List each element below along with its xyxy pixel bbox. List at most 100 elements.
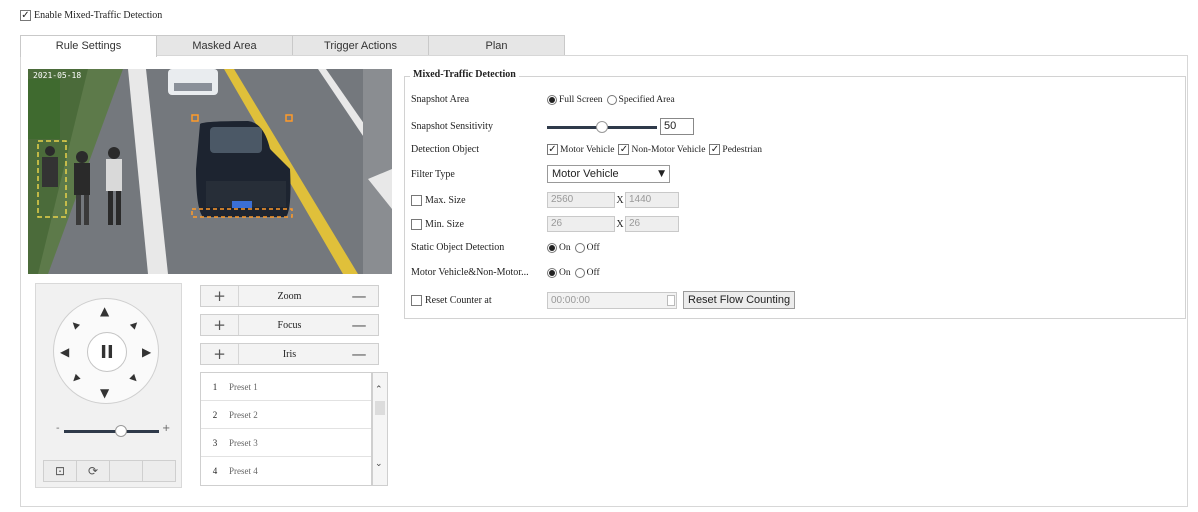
- max-size-width-input[interactable]: 2560: [547, 192, 615, 208]
- snapshot-area-label: Snapshot Area: [411, 94, 470, 105]
- speed-track: [64, 430, 159, 433]
- camera-lock-icon[interactable]: ⊡: [43, 460, 77, 482]
- non-motor-vehicle-option[interactable]: ✓ Non-Motor Vehicle: [618, 144, 705, 155]
- scroll-down-icon[interactable]: ⌄: [375, 459, 383, 469]
- pedestrian-option[interactable]: ✓ Pedestrian: [709, 144, 762, 155]
- reset-time-input[interactable]: 00:00:00: [547, 291, 677, 309]
- road-scene-image: [28, 69, 392, 274]
- specified-area-option[interactable]: Specified Area: [606, 94, 675, 105]
- preset-item[interactable]: 2 Preset 2: [201, 401, 371, 429]
- arrow-down-icon[interactable]: ▼: [100, 387, 109, 399]
- static-object-label: Static Object Detection: [411, 242, 505, 253]
- speed-plus-label: +: [162, 423, 171, 434]
- min-size-checkbox[interactable]: [411, 218, 422, 230]
- static-off-radio[interactable]: [574, 242, 585, 253]
- static-on-label: On: [559, 242, 571, 253]
- full-screen-radio[interactable]: [547, 94, 557, 105]
- static-on-option[interactable]: On: [547, 242, 571, 253]
- motor-vehicle-label: Motor Vehicle: [560, 144, 615, 155]
- preset-item[interactable]: 3 Preset 3: [201, 429, 371, 457]
- preset-item[interactable]: 4 Preset 4: [201, 457, 371, 485]
- motor-vehicle-checkbox[interactable]: ✓: [547, 144, 558, 155]
- speed-thumb[interactable]: [115, 425, 127, 437]
- ptz-extra-button-2[interactable]: [142, 460, 176, 482]
- time-spinner-icon[interactable]: [667, 294, 675, 306]
- zoom-in-button[interactable]: +: [201, 286, 239, 306]
- non-motor-vehicle-checkbox[interactable]: ✓: [618, 144, 630, 155]
- ptz-extra-button-1[interactable]: [109, 460, 143, 482]
- scroll-up-icon[interactable]: ⌃: [375, 385, 383, 395]
- max-size-checkbox[interactable]: [411, 194, 422, 206]
- ptz-speed-slider[interactable]: - +: [56, 423, 171, 437]
- preset-number: 3: [212, 437, 218, 448]
- static-on-radio[interactable]: [547, 242, 557, 253]
- motor-on-option[interactable]: On: [547, 267, 571, 278]
- arrow-right-icon[interactable]: ▶: [142, 346, 151, 358]
- motor-on-radio[interactable]: [547, 267, 557, 278]
- arrow-left-icon[interactable]: ◀: [60, 346, 69, 358]
- sensitivity-slider[interactable]: [547, 120, 657, 134]
- tab-plan[interactable]: Plan: [428, 35, 565, 56]
- motor-vehicle-option[interactable]: ✓ Motor Vehicle: [547, 144, 614, 155]
- sensitivity-value-input[interactable]: 50: [660, 118, 694, 135]
- pedestrian-label: Pedestrian: [722, 144, 762, 155]
- preset-label: Preset 4: [229, 466, 258, 476]
- preset-number: 2: [212, 409, 218, 420]
- full-screen-label: Full Screen: [559, 94, 603, 105]
- reset-counter-checkbox[interactable]: [411, 294, 422, 306]
- focus-near-button[interactable]: +: [201, 315, 239, 335]
- zoom-control: + Zoom —: [200, 285, 379, 307]
- tab-bar: Rule Settings Masked Area Trigger Action…: [20, 35, 565, 57]
- preset-item[interactable]: 1 Preset 1: [201, 373, 371, 401]
- filter-type-value: Motor Vehicle: [552, 168, 619, 180]
- snapshot-area-row: Snapshot Area Full Screen Specified Area: [411, 94, 679, 105]
- speed-minus-label: -: [56, 423, 60, 434]
- full-screen-option[interactable]: Full Screen: [547, 94, 603, 105]
- filter-type-row: Filter Type Motor Vehicle ▼: [411, 165, 670, 183]
- enable-detection-label: Enable Mixed-Traffic Detection: [34, 10, 163, 21]
- preset-scrollbar[interactable]: ⌃ ⌄: [372, 372, 388, 486]
- zoom-out-button[interactable]: —: [340, 286, 378, 306]
- tab-rule-settings[interactable]: Rule Settings: [20, 35, 157, 57]
- motor-nonmotor-row: Motor Vehicle&Non-Motor... On Off: [411, 267, 604, 278]
- specified-area-label: Specified Area: [618, 94, 675, 105]
- focus-far-button[interactable]: —: [340, 315, 378, 335]
- reset-flow-counting-button[interactable]: Reset Flow Counting: [683, 291, 796, 309]
- pause-button[interactable]: II: [87, 332, 127, 372]
- arrow-down-right-icon[interactable]: ▼: [128, 372, 141, 385]
- motor-off-radio[interactable]: [574, 267, 585, 278]
- static-object-row: Static Object Detection On Off: [411, 242, 604, 253]
- detection-legend: Mixed-Traffic Detection: [410, 69, 519, 80]
- detection-object-row: Detection Object ✓ Motor Vehicle ✓ Non-M…: [411, 144, 766, 155]
- focus-control: + Focus —: [200, 314, 379, 336]
- refresh-icon[interactable]: ⟳: [76, 460, 110, 482]
- min-size-height-input[interactable]: 26: [625, 216, 679, 232]
- live-video-preview[interactable]: 2021-05-18: [28, 69, 392, 274]
- motor-off-option[interactable]: Off: [574, 267, 600, 278]
- enable-detection-checkbox[interactable]: ✓: [20, 10, 31, 21]
- enable-detection-row: ✓ Enable Mixed-Traffic Detection: [20, 10, 162, 21]
- static-off-label: Off: [586, 242, 600, 253]
- arrow-up-left-icon[interactable]: ▲: [69, 318, 82, 331]
- max-size-height-input[interactable]: 1440: [625, 192, 679, 208]
- specified-area-radio[interactable]: [606, 94, 617, 105]
- scroll-thumb[interactable]: [375, 401, 385, 415]
- sensitivity-row: Snapshot Sensitivity 50: [411, 118, 694, 135]
- tab-trigger-actions[interactable]: Trigger Actions: [292, 35, 429, 56]
- min-size-width-input[interactable]: 26: [547, 216, 615, 232]
- iris-open-button[interactable]: +: [201, 344, 239, 364]
- video-timestamp: 2021-05-18: [33, 71, 82, 80]
- motor-on-label: On: [559, 267, 571, 278]
- sensitivity-thumb[interactable]: [596, 120, 608, 133]
- static-off-option[interactable]: Off: [574, 242, 600, 253]
- iris-close-button[interactable]: —: [340, 344, 378, 364]
- motor-off-label: Off: [586, 267, 600, 278]
- tab-masked-area[interactable]: Masked Area: [156, 35, 293, 56]
- non-motor-vehicle-label: Non-Motor Vehicle: [631, 144, 706, 155]
- arrow-down-left-icon[interactable]: ▼: [69, 372, 82, 385]
- pedestrian-checkbox[interactable]: ✓: [709, 144, 721, 155]
- arrow-up-right-icon[interactable]: ▲: [128, 318, 141, 331]
- filter-type-select[interactable]: Motor Vehicle ▼: [547, 165, 670, 183]
- chevron-down-icon: ▼: [658, 169, 665, 179]
- arrow-up-icon[interactable]: ▲: [100, 305, 109, 317]
